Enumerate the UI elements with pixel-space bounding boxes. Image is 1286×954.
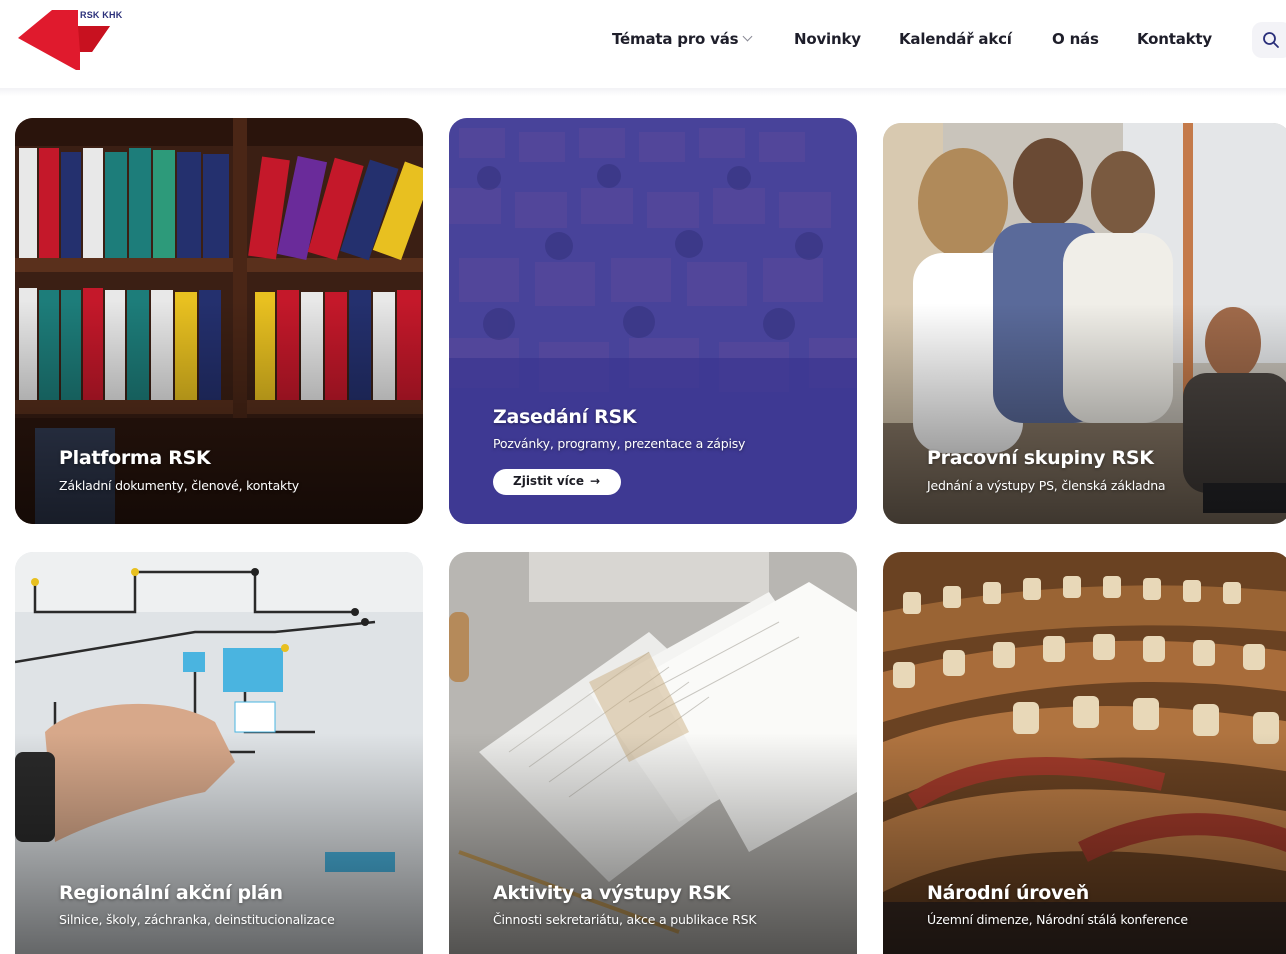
chevron-down-icon <box>742 31 753 42</box>
card-aktivity-vystupy[interactable]: Aktivity a výstupy RSK Činnosti sekretar… <box>449 552 857 954</box>
card-title: Aktivity a výstupy RSK <box>493 882 731 904</box>
card-subtitle: Pozvánky, programy, prezentace a zápisy <box>493 436 746 451</box>
card-zasedani-rsk[interactable]: Zasedání RSK Pozvánky, programy, prezent… <box>449 118 857 524</box>
card-title: Platforma RSK <box>59 447 211 469</box>
nav-item-temata[interactable]: Témata pro vás <box>612 30 753 50</box>
header-divider <box>0 88 1286 96</box>
nav-item-o-nas[interactable]: O nás <box>1052 30 1099 50</box>
nav-label: Témata pro vás <box>612 30 739 48</box>
card-subtitle: Územní dimenze, Národní stálá konference <box>927 912 1188 927</box>
button-label: Zjistit více <box>513 474 585 488</box>
learn-more-button[interactable]: Zjistit více → <box>493 469 621 495</box>
card-regionalni-akcni-plan[interactable]: Regionální akční plán Silnice, školy, zá… <box>15 552 423 954</box>
search-icon <box>1263 32 1279 48</box>
logo-text: RSK KHK <box>80 10 123 20</box>
card-image-auditorium <box>449 118 857 524</box>
card-subtitle: Základní dokumenty, členové, kontakty <box>59 478 299 493</box>
card-subtitle: Jednání a výstupy PS, členská základna <box>927 478 1166 493</box>
card-subtitle: Činnosti sekretariátu, akce a publikace … <box>493 912 757 927</box>
card-title: Regionální akční plán <box>59 882 283 904</box>
card-title: Zasedání RSK <box>493 406 637 428</box>
card-platforma-rsk[interactable]: Platforma RSK Základní dokumenty, členov… <box>15 118 423 524</box>
search-button[interactable] <box>1252 22 1286 58</box>
card-pracovni-skupiny[interactable]: Pracovní skupiny RSK Jednání a výstupy P… <box>883 123 1286 524</box>
nav-item-novinky[interactable]: Novinky <box>794 30 861 50</box>
card-title: Národní úroveň <box>927 882 1089 904</box>
card-subtitle: Silnice, školy, záchranka, deinstitucion… <box>59 912 335 927</box>
nav-item-kontakty[interactable]: Kontakty <box>1137 30 1212 50</box>
site-header: RSK KHK Témata pro vás Novinky Kalendář … <box>0 0 1286 88</box>
arrow-right-icon: → <box>590 474 601 488</box>
card-narodni-uroven[interactable]: Národní úroveň Územní dimenze, Národní s… <box>883 552 1286 954</box>
card-title: Pracovní skupiny RSK <box>927 447 1154 469</box>
nav-item-kalendar[interactable]: Kalendář akcí <box>899 30 1012 50</box>
